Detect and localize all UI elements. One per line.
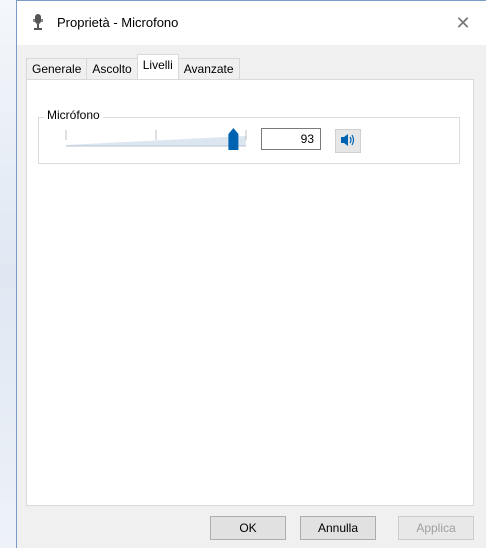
slider-thumb [228, 128, 239, 150]
tab-livelli[interactable]: Livelli [136, 54, 179, 79]
tab-ascolto[interactable]: Ascolto [86, 58, 138, 79]
window-title: Proprietà - Microfono [57, 15, 179, 30]
level-value-field[interactable]: 93 [261, 128, 321, 150]
apply-button[interactable]: Applica [398, 516, 474, 540]
tab-strip: Generale Ascolto Livelli Avanzate [26, 54, 240, 79]
title-bar: Proprietà - Microfono ✕ [17, 1, 486, 45]
speaker-icon [340, 133, 356, 150]
microphone-icon [31, 14, 45, 32]
ok-button[interactable]: OK [210, 516, 286, 540]
close-icon[interactable]: ✕ [440, 1, 486, 45]
level-slider[interactable] [62, 126, 262, 152]
cancel-button[interactable]: Annulla [300, 516, 376, 540]
speaker-mute-button[interactable] [335, 129, 361, 153]
tab-avanzate[interactable]: Avanzate [177, 58, 240, 79]
tab-generale[interactable]: Generale [26, 58, 88, 79]
group-label: Micrófono [44, 108, 103, 122]
